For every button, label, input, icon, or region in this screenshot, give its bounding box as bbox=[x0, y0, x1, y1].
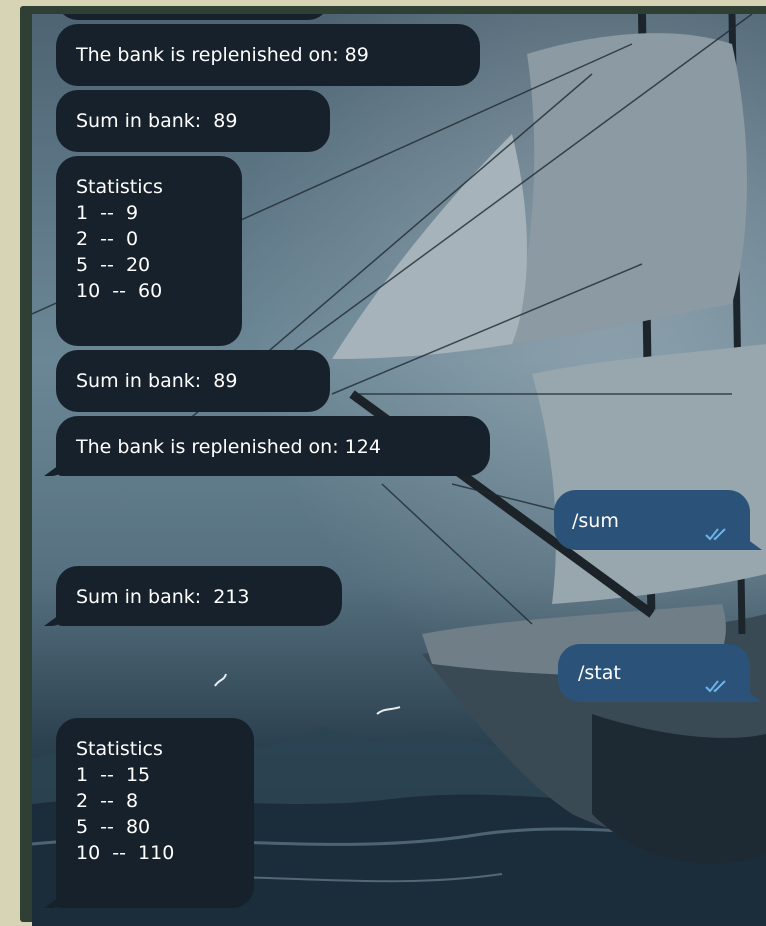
outgoing-message[interactable]: /sum bbox=[554, 490, 750, 550]
stats-row: 10 -- 60 bbox=[76, 280, 163, 302]
previous-message-fragment bbox=[56, 14, 330, 20]
incoming-message[interactable]: Sum in bank: 213 bbox=[56, 566, 342, 626]
incoming-message[interactable]: Sum in bank: 89 bbox=[56, 350, 330, 412]
stats-row: 10 -- 110 bbox=[76, 842, 175, 864]
stats-title: Statistics bbox=[76, 738, 163, 760]
outgoing-message[interactable]: /stat bbox=[558, 644, 750, 702]
message-text: Sum in bank: 213 bbox=[76, 586, 250, 608]
read-double-check-icon bbox=[705, 680, 726, 693]
incoming-message[interactable]: The bank is replenished on: 89 bbox=[56, 24, 480, 86]
incoming-message[interactable]: The bank is replenished on: 124 bbox=[56, 416, 490, 476]
stats-row: 2 -- 0 bbox=[76, 228, 139, 250]
message-text: The bank is replenished on: 124 bbox=[76, 436, 381, 458]
stats-row: 1 -- 15 bbox=[76, 764, 151, 786]
stats-row: 5 -- 80 bbox=[76, 816, 151, 838]
read-double-check-icon bbox=[705, 528, 726, 541]
chat-area[interactable]: The bank is replenished on: 89 Sum in ba… bbox=[32, 14, 766, 926]
stats-row: 2 -- 8 bbox=[76, 790, 139, 812]
message-text: Sum in bank: 89 bbox=[76, 370, 238, 392]
statistics-message[interactable]: Statistics 1 -- 9 2 -- 0 5 -- 20 10 -- 6… bbox=[56, 156, 242, 346]
incoming-message[interactable]: Sum in bank: 89 bbox=[56, 90, 330, 152]
stats-row: 5 -- 20 bbox=[76, 254, 151, 276]
stats-row: 1 -- 9 bbox=[76, 202, 139, 224]
message-text: The bank is replenished on: 89 bbox=[76, 44, 369, 66]
statistics-message[interactable]: Statistics 1 -- 15 2 -- 8 5 -- 80 10 -- … bbox=[56, 718, 254, 908]
stats-title: Statistics bbox=[76, 176, 163, 198]
message-text: Sum in bank: 89 bbox=[76, 110, 238, 132]
